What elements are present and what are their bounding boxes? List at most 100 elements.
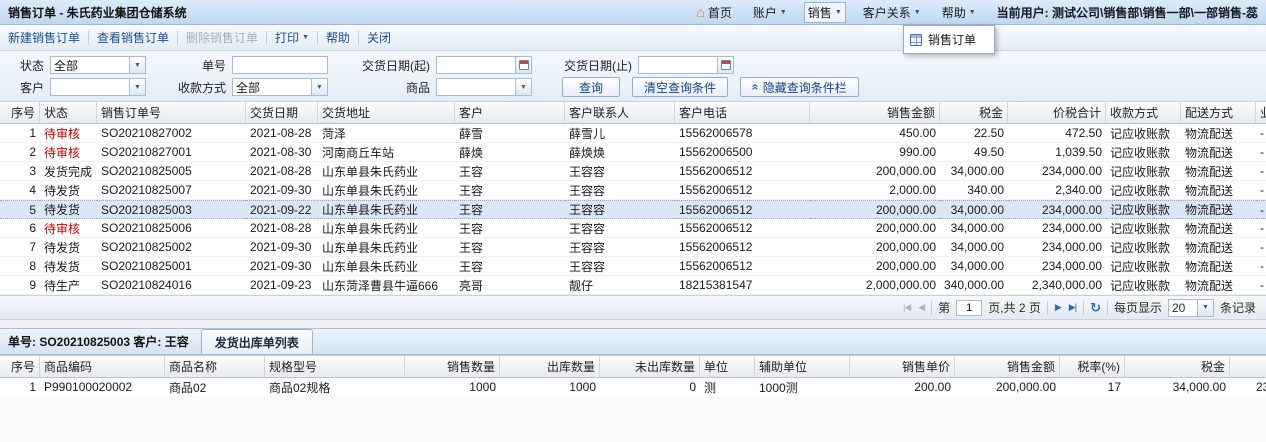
column-header[interactable]: 销售金额 — [810, 102, 940, 124]
table-cell: 2,340.00 — [1008, 181, 1106, 200]
table-cell: 王容容 — [565, 257, 675, 276]
column-header[interactable]: 收款方式 — [1106, 102, 1181, 124]
column-header[interactable]: 状态 — [40, 102, 97, 124]
column-header[interactable]: 商品编码 — [40, 356, 165, 378]
column-header[interactable]: 序号 — [0, 102, 40, 124]
nav-home[interactable]: ⌂ 首页 — [692, 2, 735, 23]
payment-select-value: 全部 — [233, 79, 311, 96]
nav-sales-label: 销售 — [808, 4, 832, 21]
table-row[interactable]: 3发货完成SO202108250052021-08-28山东单县朱氏药业王容王容… — [0, 162, 1266, 181]
view-order-button[interactable]: 查看销售订单 — [97, 29, 169, 46]
column-header[interactable]: 业务员 — [1256, 102, 1266, 124]
column-header[interactable]: 客户联系人 — [565, 102, 675, 124]
column-header[interactable]: 销售数量 — [405, 356, 500, 378]
toolbar-separator — [88, 31, 89, 45]
menu-item-sales-orders[interactable]: 销售订单 — [906, 28, 992, 51]
table-cell: 王容容 — [565, 181, 675, 200]
column-header[interactable]: 价税合计 — [1230, 356, 1266, 378]
chevron-down-icon[interactable]: ▼ — [1197, 300, 1213, 316]
table-row[interactable]: 6待审核SO202108250062021-08-28山东单县朱氏药业王容王容容… — [0, 219, 1266, 238]
status-select[interactable]: 全部 ▼ — [50, 56, 146, 74]
table-cell: 340,000.00 — [940, 276, 1008, 295]
column-header[interactable]: 销售金额 — [955, 356, 1060, 378]
tab-outbound-list[interactable]: 发货出库单列表 — [201, 329, 313, 354]
table-cell: 待发货 — [40, 238, 97, 257]
table-row[interactable]: 8待发货SO202108250012021-09-30山东单县朱氏药业王容王容容… — [0, 257, 1266, 276]
column-header[interactable]: 税金 — [1125, 356, 1230, 378]
first-page-button[interactable]: |◀ — [902, 302, 911, 313]
column-header[interactable]: 序号 — [0, 356, 40, 378]
column-header[interactable]: 客户电话 — [675, 102, 810, 124]
table-cell: - — [1256, 143, 1266, 162]
column-header[interactable]: 交货地址 — [318, 102, 455, 124]
page-size-select[interactable]: 20 ▼ — [1168, 299, 1214, 317]
nav-customer-relations[interactable]: 客户关系 ▼ — [859, 2, 925, 23]
prev-page-button[interactable]: ◀ — [917, 302, 925, 313]
help-button[interactable]: 帮助 — [326, 29, 350, 46]
table-cell: 1,039.50 — [1008, 143, 1106, 162]
order-no-input[interactable] — [232, 56, 328, 74]
table-row[interactable]: 4待发货SO202108250072021-09-30山东单县朱氏药业王容王容容… — [0, 181, 1266, 200]
calendar-icon[interactable] — [515, 57, 531, 73]
page-number-input[interactable] — [956, 300, 982, 316]
chevron-down-icon[interactable]: ▼ — [311, 79, 327, 95]
date-to-input[interactable] — [638, 56, 734, 74]
last-page-button[interactable]: ▶| — [1068, 302, 1077, 313]
table-cell: 物流配送 — [1181, 257, 1256, 276]
nav-help[interactable]: 帮助 ▼ — [938, 2, 980, 23]
column-header[interactable]: 出库数量 — [500, 356, 600, 378]
customer-select[interactable]: ▼ — [50, 78, 146, 96]
print-button[interactable]: 打印 ▼ — [275, 29, 309, 46]
chevron-down-icon[interactable]: ▼ — [515, 79, 531, 95]
chevron-down-icon[interactable]: ▼ — [129, 57, 145, 73]
table-row[interactable]: 5待发货SO202108250032021-09-22山东单县朱氏药业王容王容容… — [0, 200, 1266, 219]
column-header[interactable]: 销售单价 — [850, 356, 955, 378]
table-cell: 1 — [0, 124, 40, 143]
column-header[interactable]: 价税合计 — [1008, 102, 1106, 124]
column-header[interactable]: 销售订单号 — [97, 102, 246, 124]
table-row[interactable]: 1待审核SO202108270022021-08-28菏泽薛雪薛雪儿155620… — [0, 124, 1266, 143]
table-cell: 4 — [0, 181, 40, 200]
column-header[interactable]: 辅助单位 — [755, 356, 850, 378]
detail-order-info: 单号: SO20210825003 客户: 王容 — [8, 333, 189, 350]
table-row[interactable]: 2待审核SO202108270012021-08-30河南商丘车站薛焕薛焕焕15… — [0, 143, 1266, 162]
column-header[interactable]: 商品名称 — [165, 356, 265, 378]
search-button[interactable]: 查询 — [562, 77, 620, 97]
refresh-icon[interactable]: ↻ — [1090, 301, 1101, 314]
table-cell: 8 — [0, 257, 40, 276]
calendar-icon[interactable] — [717, 57, 733, 73]
table-cell: 记应收账款 — [1106, 162, 1181, 181]
nav-sales[interactable]: 销售 ▼ — [804, 2, 846, 23]
table-cell: 待发货 — [40, 257, 97, 276]
hide-filters-button[interactable]: « 隐藏查询条件栏 — [740, 77, 859, 97]
column-header[interactable]: 税金 — [940, 102, 1008, 124]
table-cell: - — [1256, 238, 1266, 257]
table-row[interactable]: 9待生产SO202108240162021-09-23山东菏泽曹县牛逼666亮哥… — [0, 276, 1266, 295]
status-filter-label: 状态 — [10, 57, 44, 74]
column-header[interactable]: 配送方式 — [1181, 102, 1256, 124]
table-cell: 待审核 — [40, 124, 97, 143]
chevron-down-icon[interactable]: ▼ — [129, 79, 145, 95]
clear-filters-button[interactable]: 清空查询条件 — [632, 77, 728, 97]
nav-account[interactable]: 账户 ▼ — [749, 2, 791, 23]
page-size-value: 20 — [1169, 301, 1197, 315]
table-cell: 薛焕焕 — [565, 143, 675, 162]
column-header[interactable]: 未出库数量 — [600, 356, 700, 378]
close-button[interactable]: 关闭 — [367, 29, 391, 46]
new-order-button[interactable]: 新建销售订单 — [8, 29, 80, 46]
table-row[interactable]: 1P990100020002商品02商品02规格100010000测1000测2… — [0, 378, 1266, 396]
product-select[interactable]: ▼ — [436, 78, 532, 96]
table-cell: 薛雪儿 — [565, 124, 675, 143]
table-cell: SO20210825006 — [97, 219, 246, 238]
column-header[interactable]: 单位 — [700, 356, 755, 378]
column-header[interactable]: 客户 — [455, 102, 565, 124]
column-header[interactable]: 交货日期 — [246, 102, 318, 124]
date-from-input[interactable] — [436, 56, 532, 74]
column-header[interactable]: 规格型号 — [265, 356, 405, 378]
next-page-button[interactable]: ▶ — [1054, 302, 1062, 313]
delete-order-button[interactable]: 删除销售订单 — [186, 29, 258, 46]
payment-select[interactable]: 全部 ▼ — [232, 78, 328, 96]
column-header[interactable]: 税率(%) — [1060, 356, 1125, 378]
table-row[interactable]: 7待发货SO202108250022021-09-30山东单县朱氏药业王容王容容… — [0, 238, 1266, 257]
filter-row-1: 状态 全部 ▼ 单号 交货日期(起) 交货日期(止) — [10, 54, 1266, 76]
